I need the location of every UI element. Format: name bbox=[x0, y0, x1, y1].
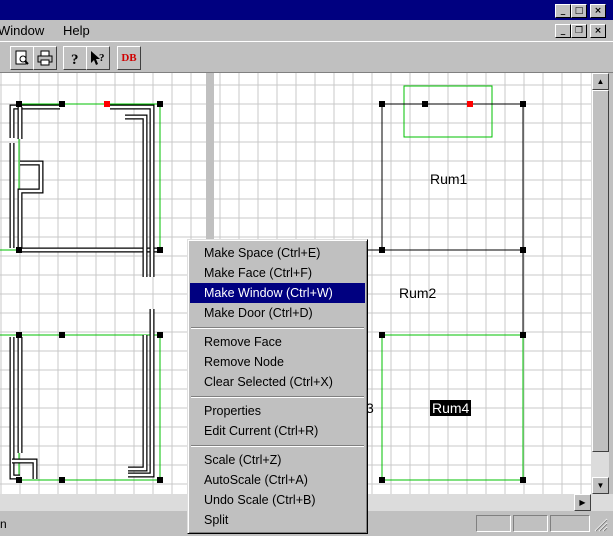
menu-item-clear-selected[interactable]: Clear Selected (Ctrl+X) bbox=[190, 372, 365, 392]
scroll-up-arrow-icon[interactable]: ▲ bbox=[592, 73, 609, 90]
plan-node[interactable] bbox=[16, 477, 22, 483]
maximize-button[interactable]: □ bbox=[571, 4, 587, 18]
db-button[interactable]: DB bbox=[117, 46, 141, 70]
plan-node[interactable] bbox=[520, 101, 526, 107]
plan-node[interactable] bbox=[157, 332, 163, 338]
menu-item-make-window[interactable]: Make Window (Ctrl+W) bbox=[190, 283, 365, 303]
title-bar: _ □ × bbox=[0, 0, 613, 20]
menu-separator bbox=[191, 445, 364, 447]
plan-node[interactable] bbox=[104, 101, 110, 107]
scroll-right-arrow-icon[interactable]: ▶ bbox=[574, 494, 591, 511]
plan-node[interactable] bbox=[59, 477, 65, 483]
toolbar: ? ? DB bbox=[0, 41, 613, 73]
status-cell-2 bbox=[513, 515, 548, 532]
plan-node[interactable] bbox=[422, 101, 428, 107]
plan-node[interactable] bbox=[379, 247, 385, 253]
menu-item-split[interactable]: Split bbox=[190, 510, 365, 530]
menu-separator bbox=[191, 396, 364, 398]
help-icon: ? bbox=[71, 52, 79, 66]
db-label: DB bbox=[121, 52, 137, 64]
menu-item-autoscale[interactable]: AutoScale (Ctrl+A) bbox=[190, 470, 365, 490]
plan-node[interactable] bbox=[16, 247, 22, 253]
doc-minimize-button[interactable]: _ bbox=[555, 24, 571, 38]
doc-close-button[interactable]: × bbox=[590, 24, 606, 38]
wall-outline bbox=[128, 335, 148, 472]
context-menu: Make Space (Ctrl+E) Make Face (Ctrl+F) M… bbox=[187, 239, 368, 534]
floor-plan-left[interactable] bbox=[0, 73, 206, 494]
svg-text:?: ? bbox=[99, 52, 105, 64]
menu-item-make-space[interactable]: Make Space (Ctrl+E) bbox=[190, 243, 365, 263]
menu-item-edit-current[interactable]: Edit Current (Ctrl+R) bbox=[190, 421, 365, 441]
menu-item-remove-node[interactable]: Remove Node bbox=[190, 352, 365, 372]
plan-node[interactable] bbox=[379, 477, 385, 483]
svg-text:?: ? bbox=[71, 52, 79, 66]
wall-outline bbox=[125, 114, 148, 277]
plan-node[interactable] bbox=[520, 247, 526, 253]
wall-outline bbox=[17, 160, 44, 248]
menu-item-undo-scale[interactable]: Undo Scale (Ctrl+B) bbox=[190, 490, 365, 510]
context-help-icon: ? bbox=[91, 51, 105, 65]
wall-outline bbox=[128, 309, 155, 478]
left-drawing-canvas[interactable] bbox=[0, 73, 206, 494]
wall-fill bbox=[128, 335, 147, 471]
menu-item-make-door[interactable]: Make Door (Ctrl+D) bbox=[190, 303, 365, 323]
doc-restore-button[interactable]: ❐ bbox=[571, 24, 587, 38]
room-label-rum4[interactable]: Rum4 bbox=[430, 400, 472, 416]
context-help-button[interactable]: ? bbox=[86, 46, 110, 70]
plan-node[interactable] bbox=[16, 332, 22, 338]
close-button[interactable]: × bbox=[590, 4, 606, 18]
room-label-rum1[interactable]: Rum1 bbox=[430, 171, 467, 187]
menu-item-properties[interactable]: Properties bbox=[190, 401, 365, 421]
vertical-scrollbar[interactable]: ▲ ▼ bbox=[591, 73, 609, 494]
help-button[interactable]: ? bbox=[63, 46, 87, 70]
resize-grip-icon[interactable] bbox=[594, 518, 608, 532]
status-text: n bbox=[0, 517, 7, 531]
menu-window[interactable]: Window bbox=[0, 23, 44, 38]
plan-node[interactable] bbox=[16, 101, 22, 107]
plan-node[interactable] bbox=[379, 332, 385, 338]
plan-node[interactable] bbox=[157, 101, 163, 107]
menu-separator bbox=[191, 327, 364, 329]
plan-node[interactable] bbox=[467, 101, 473, 107]
plan-node[interactable] bbox=[379, 101, 385, 107]
scroll-down-arrow-icon[interactable]: ▼ bbox=[592, 477, 609, 494]
wall-fill bbox=[128, 309, 154, 477]
status-cell-1 bbox=[476, 515, 511, 532]
vertical-scroll-thumb[interactable] bbox=[592, 90, 609, 452]
plan-node[interactable] bbox=[520, 332, 526, 338]
plan-node[interactable] bbox=[59, 332, 65, 338]
room-label-rum2[interactable]: Rum2 bbox=[399, 285, 436, 301]
print-button[interactable] bbox=[33, 46, 57, 70]
wall-fill bbox=[18, 161, 43, 248]
plan-node[interactable] bbox=[520, 477, 526, 483]
status-cell-3 bbox=[550, 515, 590, 532]
menu-bar: Window Help _ ❐ × bbox=[0, 21, 613, 40]
wall-fill bbox=[125, 115, 147, 277]
minimize-button[interactable]: _ bbox=[555, 4, 571, 18]
plan-node[interactable] bbox=[157, 247, 163, 253]
plan-node[interactable] bbox=[157, 477, 163, 483]
print-preview-icon bbox=[15, 50, 29, 65]
menu-item-scale[interactable]: Scale (Ctrl+Z) bbox=[190, 450, 365, 470]
print-preview-button[interactable] bbox=[10, 46, 34, 70]
printer-icon bbox=[37, 50, 53, 66]
plan-node[interactable] bbox=[59, 101, 65, 107]
menu-help[interactable]: Help bbox=[63, 23, 90, 38]
menu-item-remove-face[interactable]: Remove Face bbox=[190, 332, 365, 352]
menu-item-make-face[interactable]: Make Face (Ctrl+F) bbox=[190, 263, 365, 283]
